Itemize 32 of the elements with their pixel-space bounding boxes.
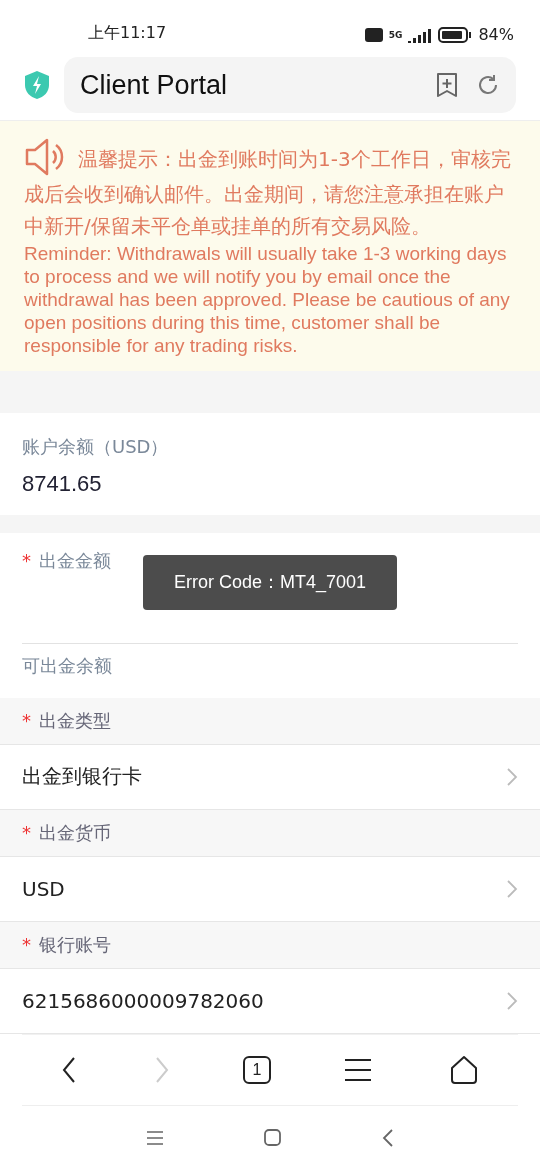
recent-apps-icon[interactable]: [146, 1130, 164, 1146]
balance-value: 8741.65: [22, 470, 103, 498]
error-toast: Error Code：MT4_7001: [143, 554, 397, 610]
home-icon[interactable]: [264, 1129, 282, 1147]
page-title: Client Portal: [80, 69, 229, 101]
signal-icon: [408, 26, 433, 43]
field-label: * 出金类型: [0, 697, 540, 745]
field-label: * 出金货币: [0, 809, 540, 857]
available-balance-label: 可出金余额: [22, 653, 113, 678]
field-label: * 出金金额: [22, 548, 112, 573]
address-bar[interactable]: Client Portal: [64, 57, 516, 113]
chevron-right-icon: [506, 991, 518, 1011]
refresh-icon[interactable]: [476, 73, 500, 97]
chevron-right-icon: [506, 878, 518, 899]
field-label: * 银行账号: [0, 921, 540, 969]
shield-icon: [24, 70, 50, 100]
status-time: 上午11:17: [88, 23, 167, 44]
add-bookmark-icon[interactable]: [436, 72, 458, 98]
balance-label: 账户余额（USD）: [22, 434, 170, 459]
chevron-right-icon: [506, 766, 518, 787]
battery-icon: [438, 26, 473, 43]
back-icon[interactable]: [382, 1129, 394, 1147]
battery-level: 84%: [478, 25, 514, 44]
tabs-button[interactable]: 1: [242, 1056, 271, 1084]
chevron-left-icon: [60, 1056, 77, 1084]
notice-text: 温馨提示：出金到账时间为1-3个工作日，审核完成后会收到确认邮件。出金期间，请您注意承担在账户中新开/保留未平仓单或挂单的所有交易风险。: [24, 143, 514, 242]
network-type: 5G: [388, 29, 403, 40]
house-icon: [449, 1055, 480, 1085]
hd-icon: [364, 27, 383, 42]
menu-icon: [344, 1058, 373, 1082]
chevron-right-icon: [153, 1056, 170, 1084]
notice-text: Reminder: Withdrawals will usually take 1-3 working days to process and we will notify you by email once the withdrawal has been approved. Please be cautious of any open positions during this time, customer shall be responsible for any trading risks.: [24, 241, 511, 357]
